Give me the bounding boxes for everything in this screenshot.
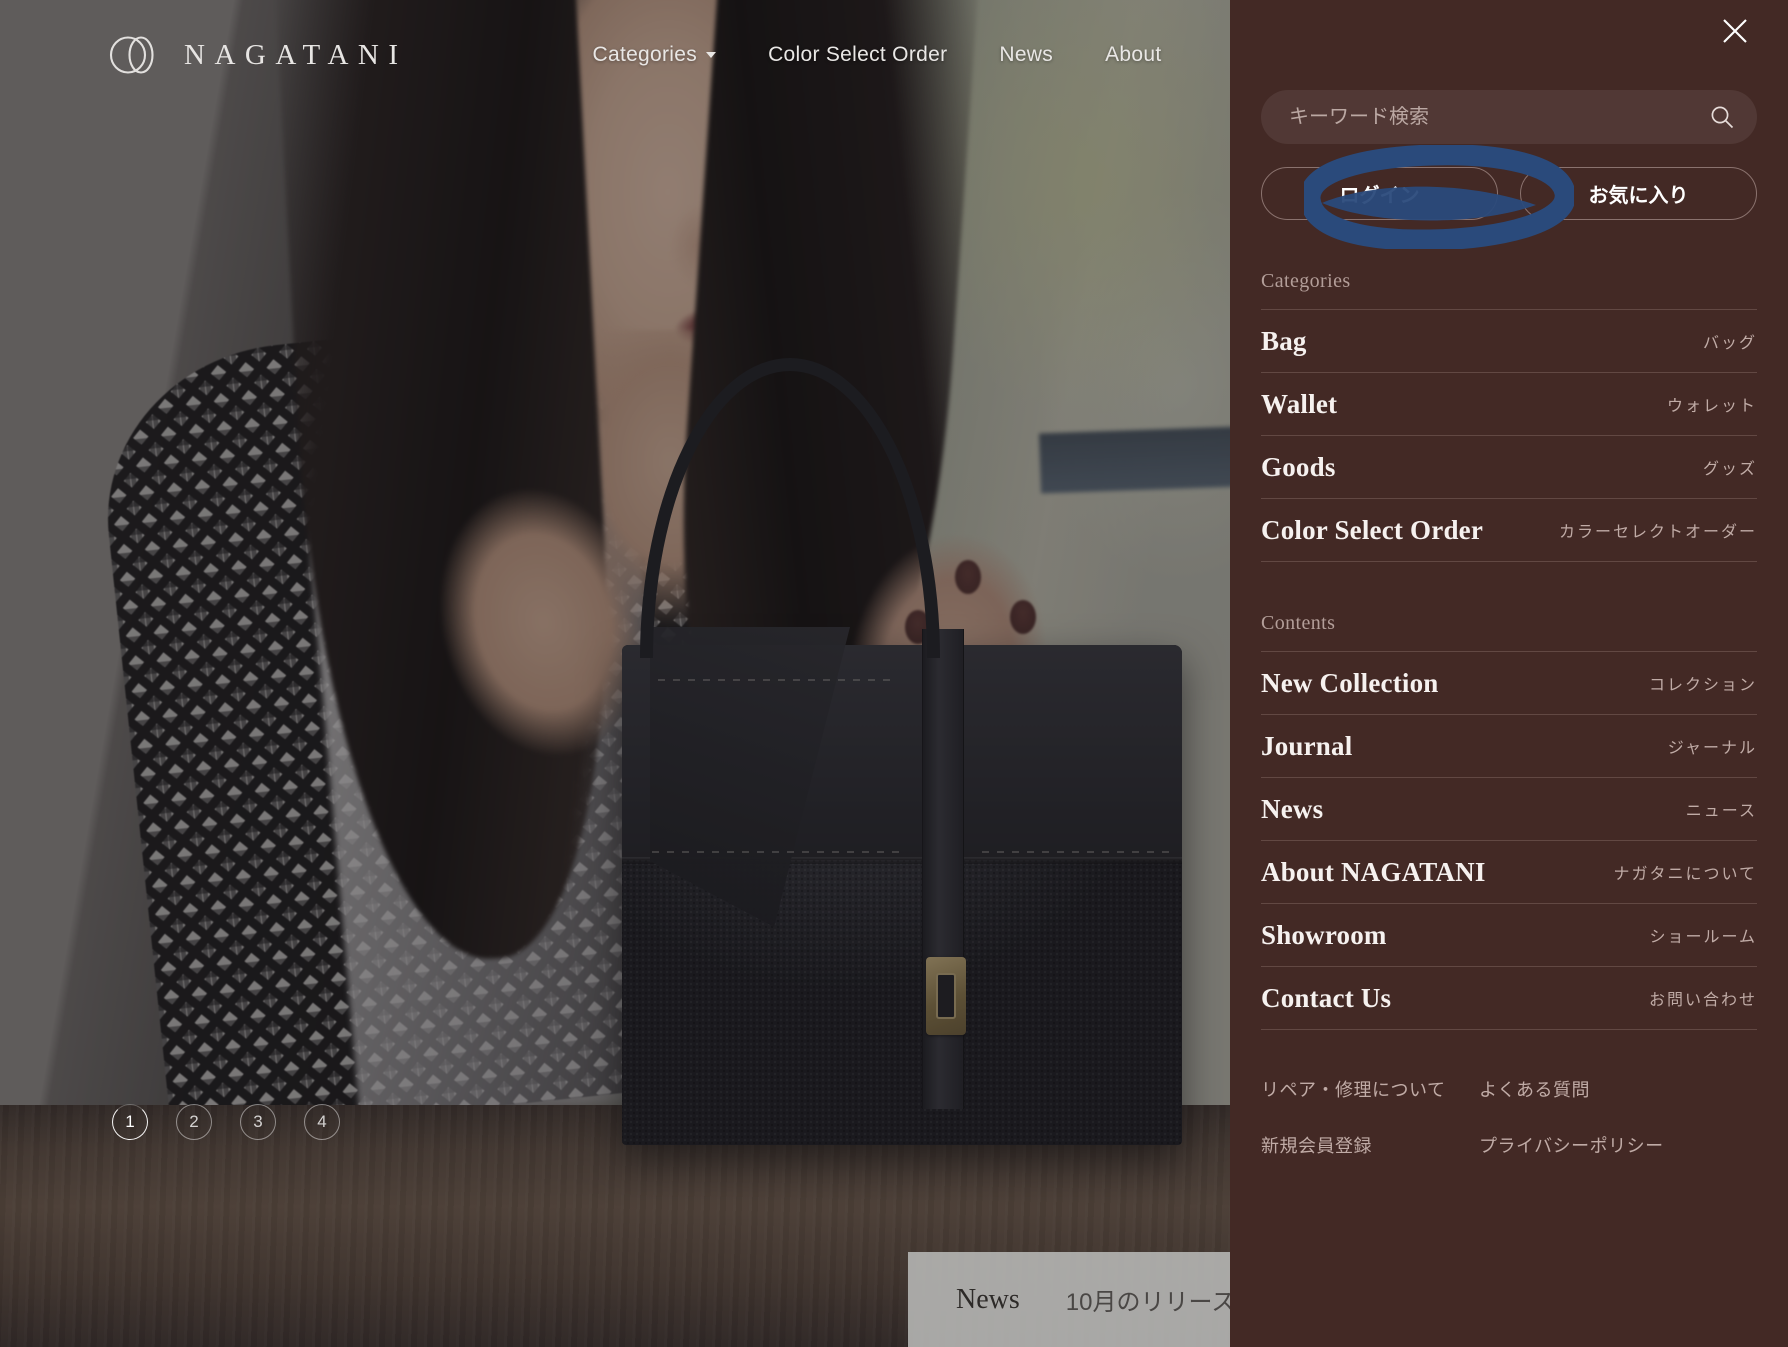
- brand-logo[interactable]: NAGATANI: [108, 35, 408, 75]
- menu-item-news[interactable]: News ニュース: [1261, 778, 1757, 841]
- menu-item-bag-label-en: Bag: [1261, 325, 1307, 356]
- nav-item-color-select-order[interactable]: Color Select Order: [768, 43, 947, 67]
- menu-item-contact-us-label-en: Contact Us: [1261, 982, 1392, 1013]
- menu-item-bag[interactable]: Bag バッグ: [1261, 310, 1757, 373]
- menu-item-journal[interactable]: Journal ジャーナル: [1261, 715, 1757, 778]
- menu-item-showroom[interactable]: Showroom ショールーム: [1261, 904, 1757, 967]
- pagination-dot-4[interactable]: 4: [304, 1104, 340, 1140]
- menu-item-goods-label-en: Goods: [1261, 451, 1336, 482]
- contents-section-label: Contents: [1261, 612, 1336, 634]
- menu-item-new-collection-label-ja: コレクション: [1648, 677, 1757, 694]
- categories-menu-list: Bag バッグ Wallet ウォレット Goods グッズ Color Sel…: [1261, 309, 1757, 562]
- menu-item-wallet-label-ja: ウォレット: [1666, 398, 1757, 415]
- nav-item-news[interactable]: News: [999, 43, 1053, 67]
- menu-item-new-collection-label-en: New Collection: [1261, 667, 1439, 698]
- contents-menu-list: New Collection コレクション Journal ジャーナル News…: [1261, 651, 1757, 1030]
- chevron-down-icon: [706, 52, 717, 58]
- close-panel-button[interactable]: [1712, 8, 1758, 54]
- menu-item-color-select-order-label-en: Color Select Order: [1261, 514, 1484, 545]
- menu-item-goods-label-ja: グッズ: [1702, 461, 1757, 478]
- menu-item-color-select-order-label-ja: カラーセレクトオーダー: [1558, 524, 1757, 541]
- nav-item-categories[interactable]: Categories: [593, 43, 717, 67]
- panel-footer-links: リペア・修理について よくある質問 新規会員登録 プライバシーポリシー: [1261, 1076, 1757, 1158]
- menu-item-about-nagatani-label-en: About NAGATANI: [1261, 856, 1486, 887]
- favorites-button[interactable]: お気に入り: [1520, 167, 1757, 220]
- news-ticker-headline: 10月のリリース情: [1065, 1289, 1230, 1316]
- menu-item-contact-us-label-ja: お問い合わせ: [1648, 992, 1757, 1009]
- search-field-container: [1261, 90, 1757, 144]
- login-button[interactable]: ログイン: [1261, 167, 1498, 220]
- categories-section-label: Categories: [1261, 270, 1351, 292]
- menu-item-journal-label-ja: ジャーナル: [1667, 740, 1757, 757]
- menu-item-showroom-label-en: Showroom: [1261, 919, 1387, 950]
- side-menu-panel: ログイン お気に入り Categories Bag バッグ Wallet ウォレ…: [1230, 0, 1788, 1347]
- nav-item-about[interactable]: About: [1105, 43, 1161, 67]
- footer-link-faq[interactable]: よくある質問: [1479, 1076, 1757, 1102]
- site-header: NAGATANI Categories Color Select Order N…: [0, 0, 1230, 110]
- news-ticker[interactable]: News 10月のリリース情: [908, 1252, 1230, 1347]
- menu-item-news-label-ja: ニュース: [1685, 803, 1757, 820]
- footer-link-repair[interactable]: リペア・修理について: [1261, 1076, 1479, 1102]
- menu-item-wallet-label-en: Wallet: [1261, 388, 1338, 419]
- menu-item-color-select-order[interactable]: Color Select Order カラーセレクトオーダー: [1261, 499, 1757, 562]
- brand-logo-text: NAGATANI: [184, 38, 408, 71]
- menu-item-showroom-label-ja: ショールーム: [1649, 929, 1757, 946]
- search-icon[interactable]: [1709, 104, 1735, 130]
- menu-item-journal-label-en: Journal: [1261, 730, 1353, 761]
- news-ticker-label: News: [956, 1283, 1020, 1315]
- menu-item-goods[interactable]: Goods グッズ: [1261, 436, 1757, 499]
- search-input[interactable]: [1289, 105, 1709, 129]
- menu-item-about-nagatani[interactable]: About NAGATANI ナガタニについて: [1261, 841, 1757, 904]
- footer-link-signup[interactable]: 新規会員登録: [1261, 1132, 1479, 1158]
- hero-dim-overlay: [0, 0, 1230, 1347]
- footer-link-privacy-policy[interactable]: プライバシーポリシー: [1479, 1132, 1757, 1158]
- close-icon: [1723, 19, 1747, 43]
- menu-item-news-label-en: News: [1261, 793, 1324, 824]
- hero-background-image: [0, 0, 1230, 1347]
- main-navigation: Categories Color Select Order News About: [593, 43, 1162, 67]
- pagination-dot-2[interactable]: 2: [176, 1104, 212, 1140]
- hero-slider-pagination: 1 2 3 4: [112, 1104, 340, 1140]
- menu-item-contact-us[interactable]: Contact Us お問い合わせ: [1261, 967, 1757, 1030]
- menu-item-new-collection[interactable]: New Collection コレクション: [1261, 652, 1757, 715]
- page-root: NAGATANI Categories Color Select Order N…: [0, 0, 1788, 1347]
- menu-item-bag-label-ja: バッグ: [1702, 335, 1757, 352]
- menu-item-wallet[interactable]: Wallet ウォレット: [1261, 373, 1757, 436]
- menu-item-about-nagatani-label-ja: ナガタニについて: [1613, 866, 1757, 883]
- pagination-dot-3[interactable]: 3: [240, 1104, 276, 1140]
- side-menu-content: ログイン お気に入り Categories Bag バッグ Wallet ウォレ…: [1261, 90, 1757, 1158]
- nav-item-categories-label: Categories: [592, 43, 698, 66]
- auth-button-row: ログイン お気に入り: [1261, 167, 1757, 220]
- pagination-dot-1[interactable]: 1: [112, 1104, 148, 1140]
- overlapping-circles-logo-icon: [109, 36, 154, 74]
